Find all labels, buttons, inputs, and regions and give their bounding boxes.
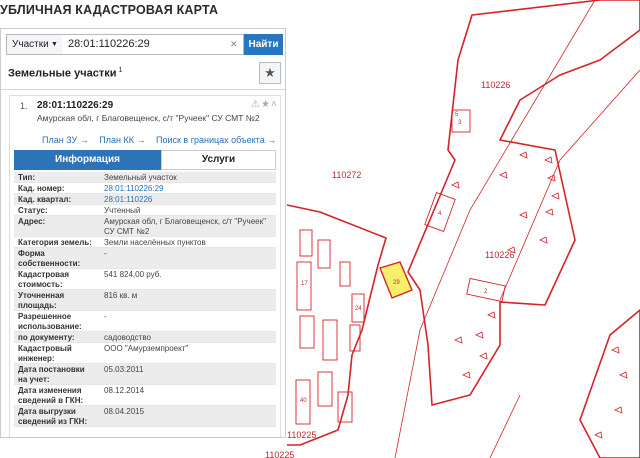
info-label: Дата постановки на учет: — [18, 365, 85, 384]
info-row: Кадастровая стоимость: 541 824,00 руб. — [14, 269, 276, 290]
search-type-select[interactable]: Участки ▼ — [6, 34, 63, 55]
chevron-up-icon[interactable]: ˄ — [271, 99, 278, 110]
star-icon[interactable]: ★ — [261, 99, 271, 110]
info-row: Категория земель: Земли населённых пункто… — [14, 237, 276, 248]
info-label: Категория земель: — [18, 238, 92, 247]
info-row: Кад. квартал: 28:01:110226 — [14, 194, 276, 205]
favorite-button[interactable]: ★ — [259, 62, 281, 84]
search-button[interactable]: Найти — [244, 34, 283, 55]
parcel-number: 2 — [484, 289, 488, 295]
map-label-quarter: 110226 — [481, 80, 510, 90]
info-row: по документу: садоводство — [14, 332, 276, 343]
info-label: Тип: — [18, 173, 35, 182]
info-row: Кадастровый инженер: ООО "Амурземпроект" — [14, 343, 276, 364]
parcel-number: 24 — [355, 306, 362, 312]
map-label-quarter: 110226 — [485, 250, 514, 260]
info-value[interactable]: 28:01:110226:29 — [100, 183, 276, 193]
quarter-boundary-110226 — [407, 0, 640, 406]
info-value: 08.12.2014 — [104, 386, 145, 395]
link-plan-zu[interactable]: План ЗУ → — [42, 135, 89, 145]
link-search-within[interactable]: Поиск в границах объекта → — [156, 135, 276, 145]
info-row: Кад. номер: 28:01:110226:29 — [14, 183, 276, 194]
info-value: ООО "Амурземпроект" — [104, 344, 189, 353]
result-links: План ЗУ → План КК → Поиск в границах объ… — [42, 135, 284, 145]
map-label-quarter: 110225 — [287, 430, 316, 440]
info-label: Статус: — [18, 206, 48, 215]
clear-icon[interactable]: ✕ — [230, 34, 238, 55]
tab-services[interactable]: Услуги — [161, 150, 276, 170]
info-label: Форма собственности: — [18, 249, 81, 268]
info-label: Дата выгрузки сведений из ГКН: — [18, 407, 88, 426]
info-value: Земельный участок — [104, 173, 177, 182]
result-count: 1 — [118, 67, 123, 74]
info-row: Уточненная площадь: 816 кв. м — [14, 290, 276, 311]
info-label: Уточненная площадь: — [18, 291, 65, 310]
star-icon: ★ — [264, 65, 276, 80]
quarter-boundary-110225 — [579, 309, 640, 458]
info-row: Тип: Земельный участок — [14, 172, 276, 183]
info-label: Кад. квартал: — [18, 195, 72, 204]
parcel-number: 3 — [458, 120, 462, 126]
info-row: Дата изменения сведений в ГКН: 08.12.2014 — [14, 385, 276, 406]
parcel-number: 29 — [393, 280, 400, 286]
info-label: Кадастровая стоимость: — [18, 270, 70, 289]
cad-number-title[interactable]: 28:01:110226:29 — [37, 100, 113, 111]
info-value: - — [104, 249, 107, 258]
info-value: - — [104, 312, 107, 321]
info-row: Дата постановки на учет: 05.03.2011 — [14, 364, 276, 385]
quarter-boundary-110272 — [286, 204, 387, 446]
info-value: Земли населённых пунктов — [104, 238, 206, 247]
section-title-label: Земельные участки — [8, 67, 117, 80]
info-value: Амурская обл, г Благовещенск, с/т "Ручее… — [104, 217, 266, 236]
info-value: 08.04.2015 — [104, 407, 145, 416]
result-tabs: Информация Услуги — [14, 150, 276, 170]
result-card: 1. 28:01:110226:29 ⚠★˄ Амурская обл, г Б… — [9, 95, 284, 437]
info-row: Форма собственности: - — [14, 248, 276, 269]
info-value: садоводство — [104, 333, 151, 342]
info-table: Тип: Земельный участок Кад. номер: 28:01:11… — [14, 172, 276, 427]
section-title: Земельные участки 1 — [8, 67, 122, 80]
search-input[interactable]: 28:01:110226:29 — [62, 34, 244, 55]
chevron-down-icon: ▼ — [51, 41, 58, 48]
parcel-d[interactable] — [322, 319, 338, 361]
info-label: Кад. номер: — [18, 184, 65, 193]
search-panel: Участки ▼ 28:01:110226:29 ✕ Найти Земель… — [0, 28, 286, 438]
result-index: 1. — [20, 101, 28, 111]
map-label-quarter: 110225 — [265, 450, 294, 458]
info-value: 816 кв. м — [104, 291, 138, 300]
parcel-c[interactable] — [317, 239, 331, 269]
app-title: УБЛИЧНАЯ КАДАСТРОВАЯ КАРТА — [0, 3, 219, 17]
link-plan-kk[interactable]: План КК → — [99, 135, 145, 145]
info-value: 541 824,00 руб. — [104, 270, 162, 279]
info-label: Кадастровый инженер: — [18, 344, 72, 363]
tab-info[interactable]: Информация — [14, 150, 161, 170]
parcel-f[interactable] — [339, 261, 351, 287]
info-label: по документу: — [18, 333, 75, 342]
search-bar: Участки ▼ 28:01:110226:29 ✕ Найти — [6, 34, 284, 55]
info-row: Дата выгрузки сведений из ГКН: 08.04.2015 — [14, 406, 276, 427]
parcel-e[interactable] — [317, 371, 333, 407]
info-value[interactable]: 28:01:110226 — [100, 194, 276, 204]
info-label: Дата изменения сведений в ГКН: — [18, 386, 84, 405]
parcel-number: 5 — [455, 112, 459, 118]
warning-icon[interactable]: ⚠ — [251, 99, 261, 110]
map-label-quarter: 110272 — [332, 170, 361, 180]
card-actions: ⚠★˄ — [251, 99, 278, 110]
parcel-number: 17 — [301, 281, 308, 287]
search-type-label: Участки — [12, 39, 49, 50]
info-label: Разрешенное использование: — [18, 312, 82, 331]
parcel-a[interactable] — [299, 229, 313, 257]
info-value: 05.03.2011 — [104, 365, 144, 374]
parcel-number: 40 — [300, 398, 307, 404]
info-row: Разрешенное использование: - — [14, 311, 276, 332]
info-value: Учтенный — [104, 206, 141, 215]
info-label: Адрес: — [18, 217, 46, 226]
result-address: Амурская обл, г Благовещенск, с/т "Ручее… — [37, 113, 260, 123]
parcel-b[interactable] — [299, 315, 315, 349]
info-row: Адрес: Амурская обл, г Благовещенск, с/т … — [14, 216, 276, 237]
parcel-number: 4 — [438, 211, 442, 217]
divider — [1, 89, 285, 90]
info-row: Статус: Учтенный — [14, 205, 276, 216]
